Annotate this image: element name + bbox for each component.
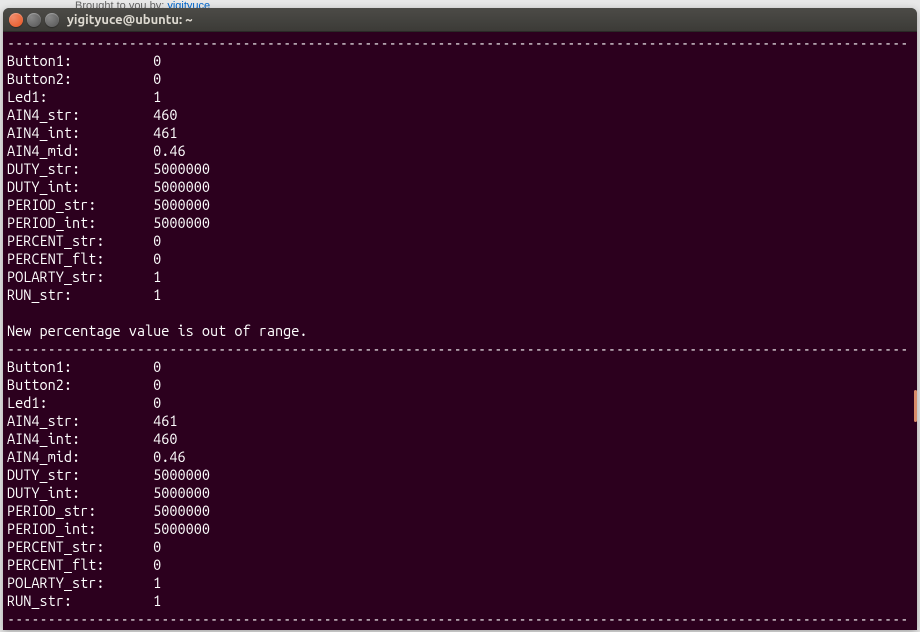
close-icon[interactable] [9,13,23,27]
window-controls [9,13,59,27]
scroll-thumb[interactable] [914,390,917,422]
window-title: yigityuce@ubuntu: ~ [67,13,193,27]
maximize-icon[interactable] [45,13,59,27]
titlebar[interactable]: yigityuce@ubuntu: ~ [3,8,917,32]
minimize-icon[interactable] [27,13,41,27]
terminal-content[interactable]: ----------------------------------------… [3,32,917,630]
terminal-window: yigityuce@ubuntu: ~ --------------------… [3,8,917,630]
scrollbar[interactable] [914,8,917,630]
